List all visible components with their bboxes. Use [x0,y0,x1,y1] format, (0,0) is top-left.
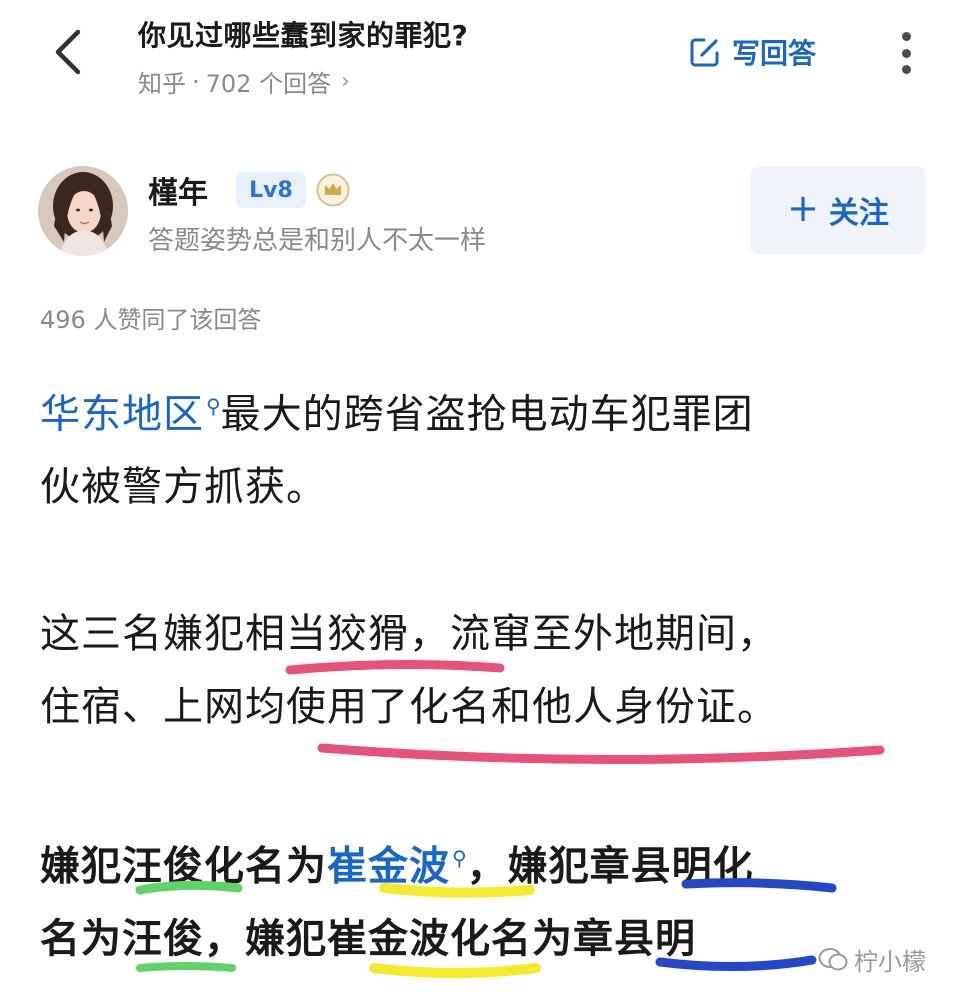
back-button[interactable] [42,22,92,82]
follow-label: 关注 [828,196,889,231]
watermark: 柠小檬 [818,942,926,977]
underline-pink [317,743,885,765]
answer-paragraph-3: 嫌犯汪俊化名为崔金波 ⚲，嫌犯章县明化 名为汪俊，嫌犯崔金波化名为章县明 [40,822,940,976]
dot-icon [901,32,911,41]
vote-count: 496 人赞同了该回答 [40,306,262,334]
chevron-left-icon [55,29,81,75]
avatar-image [38,166,128,256]
search-icon[interactable]: ⚲ [452,846,467,870]
text-segment: 嫌犯汪俊化名为 [40,843,327,890]
dot-icon [901,65,911,74]
avatar[interactable] [38,166,128,256]
more-options-button[interactable] [888,28,924,78]
top-bar: 你见过哪些蠢到家的罪犯? 知乎 · 702 个回答 › 写回答 [0,0,964,120]
crown-badge-icon[interactable] [316,173,350,207]
wechat-icon [818,947,848,970]
meta-separator: · [192,67,200,96]
search-icon[interactable]: ⚲ [206,394,221,418]
write-answer-label: 写回答 [732,37,817,70]
watermark-text: 柠小檬 [854,948,926,976]
text-line: 华东地区 ⚲最大的跨省盗抢电动车犯罪团 [40,370,920,451]
answer-count: 702 个回答 [205,70,332,98]
level-badge[interactable]: Lv8 [236,172,306,208]
answer-paragraph-2: 这三名嫌犯相当狡猾，流窜至外地期间， 住宿、上网均使用了化名和他人身份证。 [40,598,920,744]
search-link[interactable]: 华东地区 [40,391,204,437]
text-line: 伙被警方抓获。 [40,464,327,511]
text-line: 住宿、上网均使用了化名和他人身份证。 [40,684,778,730]
question-meta[interactable]: 知乎 · 702 个回答 › [138,64,350,99]
search-link[interactable]: 崔金波 [327,843,450,889]
edit-icon [690,38,719,67]
text-line: 这三名嫌犯相当狡猾，流窜至外地期间， [40,611,778,657]
text-line: 名为汪俊，嫌犯崔金波化名为章县明 [40,916,696,963]
question-title[interactable]: 你见过哪些蠢到家的罪犯? [138,14,468,54]
source-label: 知乎 [138,70,186,98]
answer-paragraph-1: 华东地区 ⚲最大的跨省盗抢电动车犯罪团 伙被警方抓获。 [40,370,920,524]
author-bio: 答题姿势总是和别人不太一样 [148,226,487,256]
text-segment: 最大的跨省盗抢电动车犯罪团 [220,391,754,438]
dot-icon [901,48,911,58]
plus-icon: + [787,186,819,230]
write-answer-button[interactable]: 写回答 [688,30,816,74]
text-segment: ，嫌犯章县明化 [466,843,754,890]
follow-button[interactable]: + 关注 [750,166,926,254]
author-name[interactable]: 槿年 [148,168,208,212]
text-line: 嫌犯汪俊化名为崔金波 ⚲，嫌犯章县明化 [40,822,940,903]
chevron-right-icon: › [341,69,350,94]
